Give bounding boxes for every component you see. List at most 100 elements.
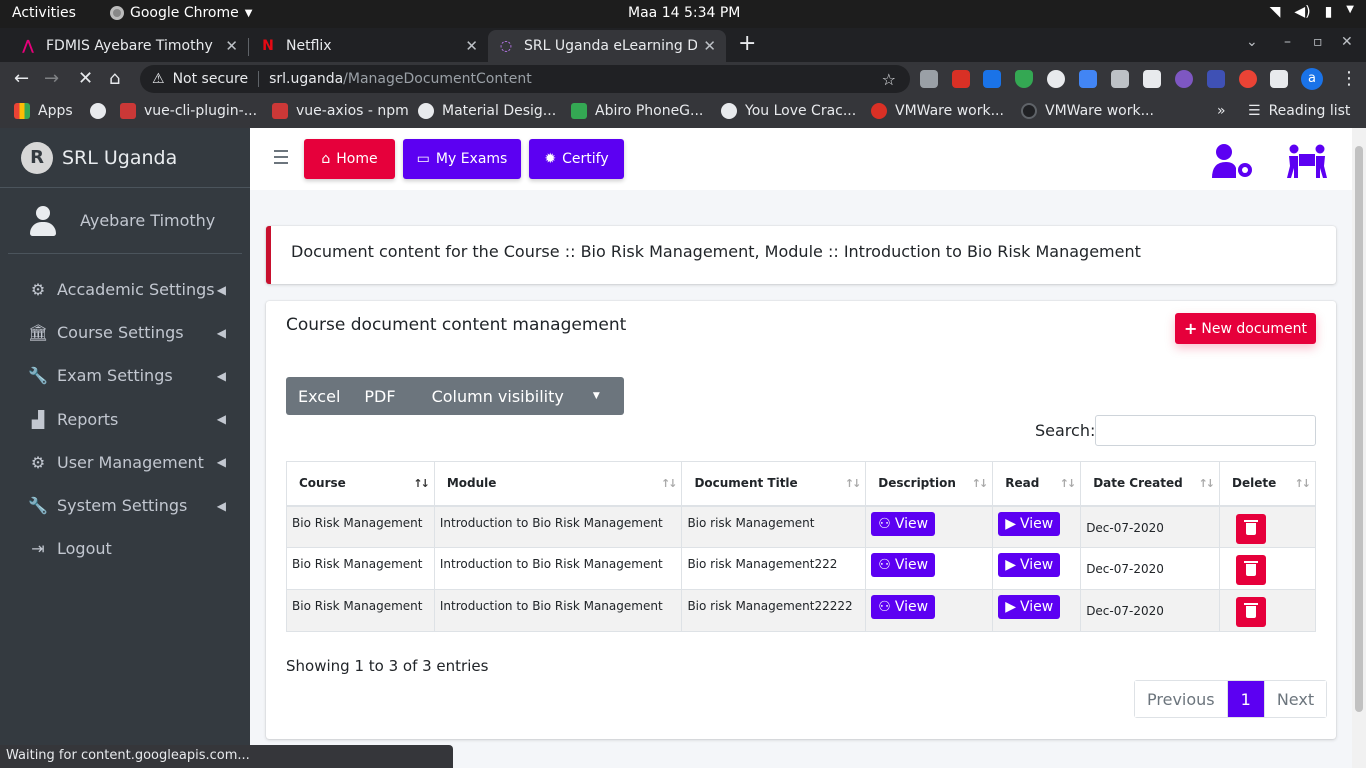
search-input[interactable]	[1095, 415, 1316, 446]
bookmark-item[interactable]: Abiro PhoneG...	[571, 103, 703, 119]
system-top-bar: Activities Google Chrome ▼ Maa 14 5:34 P…	[0, 0, 1366, 28]
tab-netflix[interactable]: N Netflix ✕	[250, 30, 488, 62]
new-document-button[interactable]: + New document	[1174, 313, 1316, 344]
brand-link[interactable]: R SRL Uganda	[0, 128, 250, 188]
bookmark-item[interactable]: vue-cli-plugin-...	[120, 103, 257, 119]
column-header-date-created[interactable]: Date Created ↑↓	[1080, 461, 1221, 507]
delete-button[interactable]	[1236, 597, 1267, 627]
plane-extension-icon[interactable]	[1079, 70, 1097, 88]
tab-srl-uganda[interactable]: ◌ SRL Uganda eLearning Do ✕	[488, 30, 726, 62]
s-extension-icon[interactable]	[983, 70, 1001, 88]
bookmark-item[interactable]	[90, 103, 106, 119]
bookmark-item[interactable]: VMWare work...	[1021, 103, 1154, 119]
next-page-button[interactable]: Next	[1263, 681, 1327, 717]
main-content: ⌂ Home ▭ My Exams ✹ Certify Document con…	[250, 128, 1352, 768]
bookmark-item[interactable]: VMWare work...	[871, 103, 1004, 119]
people-carry-icon[interactable]	[1286, 144, 1328, 185]
user-cog-icon[interactable]	[1212, 144, 1254, 185]
excel-button[interactable]: Excel	[286, 377, 352, 415]
column-header-document-title[interactable]: Document Title ↑↓	[681, 461, 867, 507]
shield-extension-icon[interactable]	[1015, 70, 1033, 88]
my-exams-button[interactable]: ▭ My Exams	[403, 139, 521, 179]
page-1-button[interactable]: 1	[1227, 681, 1264, 717]
delete-button[interactable]	[1236, 513, 1267, 544]
circle-extension-icon[interactable]	[1047, 70, 1065, 88]
hamburger-menu-icon[interactable]	[274, 150, 288, 168]
chevron-left-icon: ◀	[216, 368, 226, 383]
home-icon[interactable]: ⌂	[109, 68, 120, 89]
activities-button[interactable]: Activities	[12, 5, 76, 21]
sidebar-item-course-settings[interactable]: 🏛 Course Settings ◀	[0, 311, 250, 354]
loading-spinner-icon: ◌	[499, 38, 513, 54]
sidebar-item-accademic-settings[interactable]: ⚙ Accademic Settings ◀	[0, 268, 250, 311]
stop-icon[interactable]: ✕	[78, 68, 93, 89]
close-icon[interactable]: ✕	[703, 37, 716, 55]
home-icon: ⌂	[321, 151, 331, 167]
export-button-group: Excel PDF Column visibility ▼	[286, 377, 624, 415]
cell-read: ▶ View	[992, 547, 1082, 590]
certify-button[interactable]: ✹ Certify	[529, 139, 624, 179]
reading-list-button[interactable]: ☰ Reading list	[1248, 103, 1350, 119]
bookmark-apps[interactable]: Apps	[14, 103, 73, 119]
read-document-button[interactable]: ▶ View	[998, 511, 1061, 536]
sidebar-item-system-settings[interactable]: 🔧 System Settings ◀	[0, 484, 250, 527]
bookmarks-overflow[interactable]: »	[1217, 103, 1226, 119]
bookmark-item[interactable]: You Love Crac...	[721, 103, 856, 119]
trash-icon	[1244, 561, 1259, 563]
bookmark-item[interactable]: vue-axios - npm	[272, 103, 409, 119]
block-extension-icon[interactable]	[1175, 70, 1193, 88]
restore-icon[interactable]: ▫	[1313, 34, 1323, 50]
tab-fdmis[interactable]: ⋀ FDMIS Ayebare Timothy ✕	[10, 30, 248, 62]
column-header-read[interactable]: Read ↑↓	[992, 461, 1082, 507]
sidebar-item-user-management[interactable]: ⚙ User Management ◀	[0, 441, 250, 484]
column-header-delete[interactable]: Delete ↑↓	[1219, 461, 1316, 507]
color-extension-icon[interactable]	[1239, 70, 1257, 88]
netflix-icon: N	[262, 38, 274, 54]
profile-avatar[interactable]: a	[1301, 68, 1323, 90]
puzzle-icon[interactable]	[1270, 70, 1288, 88]
mail-extension-icon[interactable]	[920, 70, 938, 88]
sidebar-item-exam-settings[interactable]: 🔧 Exam Settings ◀	[0, 354, 250, 397]
page-scrollbar[interactable]	[1352, 128, 1366, 768]
new-tab-button[interactable]: +	[738, 33, 756, 55]
read-document-button[interactable]: ▶ View	[998, 595, 1061, 619]
forward-icon[interactable]: →	[44, 68, 59, 89]
cloud-extension-icon[interactable]	[1111, 70, 1129, 88]
clock[interactable]: Maa 14 5:34 PM	[628, 5, 740, 21]
delete-button[interactable]	[1236, 555, 1267, 585]
clipboard-extension-icon[interactable]	[1143, 70, 1161, 88]
system-tray[interactable]: ◥ ◀) ▮ ▼	[1270, 4, 1354, 20]
app-menu[interactable]: Google Chrome ▼	[110, 5, 252, 21]
view-description-button[interactable]: ⚇ View	[871, 553, 936, 577]
user-panel[interactable]: Ayebare Timothy	[8, 188, 242, 254]
column-header-course[interactable]: Course ↑↓	[286, 461, 435, 507]
pdf-button[interactable]: PDF	[352, 377, 407, 415]
close-window-icon[interactable]: ✕	[1341, 34, 1353, 50]
column-header-module[interactable]: Module ↑↓	[433, 461, 683, 507]
tab-strip: ⋀ FDMIS Ayebare Timothy ✕ N Netflix ✕ ◌ …	[0, 28, 1366, 62]
minimize-icon[interactable]: –	[1284, 34, 1291, 50]
close-icon[interactable]: ✕	[465, 37, 478, 55]
sidebar-item-logout[interactable]: ⇥ Logout	[0, 527, 250, 570]
plus-icon: +	[1183, 319, 1198, 338]
bolt-extension-icon[interactable]	[1207, 70, 1225, 88]
view-description-button[interactable]: ⚇ View	[871, 595, 936, 619]
back-icon[interactable]: ←	[14, 68, 29, 89]
column-visibility-button[interactable]: Column visibility ▼	[408, 377, 624, 415]
bookmark-item[interactable]: Material Desig...	[418, 103, 556, 119]
address-bar[interactable]: ⚠ Not secure srl.uganda /ManageDocumentC…	[140, 65, 910, 93]
bookmark-star-icon[interactable]: ☆	[882, 70, 896, 89]
tab-search-icon[interactable]: ⌄	[1246, 34, 1258, 50]
home-button[interactable]: ⌂ Home	[304, 139, 395, 179]
calendar-extension-icon[interactable]	[952, 70, 970, 88]
menu-kebab-icon[interactable]: ⋮	[1340, 68, 1358, 89]
read-document-button[interactable]: ▶ View	[998, 553, 1061, 577]
column-header-description[interactable]: Description ↑↓	[865, 461, 994, 507]
sidebar-item-label: Reports	[57, 409, 119, 429]
view-description-button[interactable]: ⚇ View	[871, 511, 936, 536]
tab-divider	[248, 38, 249, 56]
scrollbar-thumb[interactable]	[1355, 146, 1363, 712]
close-icon[interactable]: ✕	[225, 37, 238, 55]
previous-page-button[interactable]: Previous	[1135, 681, 1228, 717]
sidebar-item-reports[interactable]: ▟ Reports ◀	[0, 398, 250, 441]
